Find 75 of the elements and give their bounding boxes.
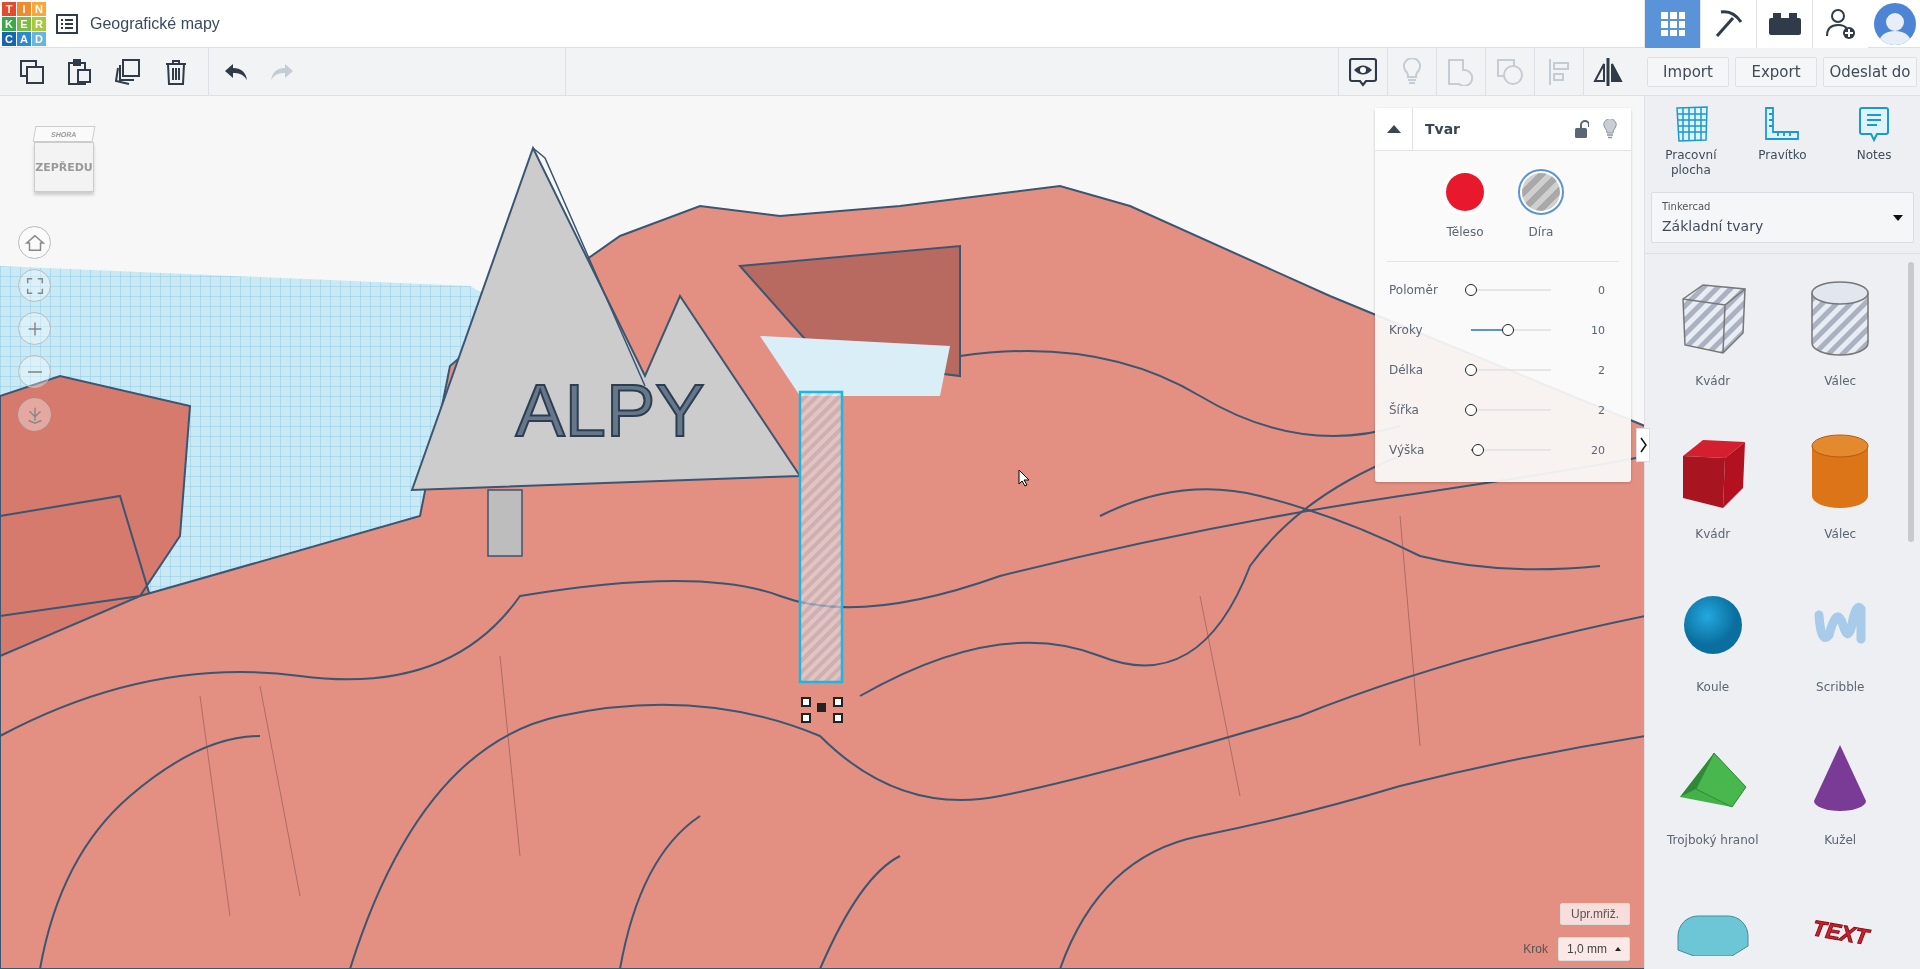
parameter-value: 20 [1590,443,1606,457]
chevron-icon [1639,437,1647,453]
parameter-label: Výška [1389,443,1426,457]
trash-icon [165,58,187,85]
ungroup-icon [1496,57,1524,86]
shape-item[interactable]: Koule [1649,580,1777,733]
duplicate-icon [115,58,141,85]
design-title[interactable]: Geografické mapy [90,14,220,33]
send-to-button[interactable]: Odeslat do [1823,56,1917,87]
snap-label: Krok [1523,942,1548,956]
ruler-tool[interactable]: Pravítko [1738,106,1827,194]
mirror-icon [1593,56,1623,87]
sphere-icon [1682,595,1743,655]
parameter-label: Délka [1389,363,1425,377]
parameter-label: Kroky [1389,323,1424,337]
3d-text-icon: TEXT [1800,906,1881,956]
move-handle-icon[interactable] [801,697,843,723]
parameter-label: Poloměr [1389,283,1439,297]
shape-item[interactable]: Válec [1776,274,1904,427]
parameter-value: 2 [1597,363,1606,377]
add-user-icon [1825,7,1856,40]
shape-item[interactable]: TEXT [1776,886,1904,969]
slider-thumb[interactable] [1465,364,1477,376]
panel-toggle-button[interactable] [1636,428,1650,462]
mouse-pointer-icon [1018,469,1030,487]
lightbulb-icon[interactable] [1603,119,1617,139]
slider-thumb[interactable] [1465,404,1477,416]
avatar[interactable] [1874,2,1916,45]
parameter-value: 0 [1597,283,1606,297]
panel-title: Tvar [1425,121,1462,137]
shape-item[interactable]: Kvádr [1649,274,1777,427]
note-icon [1859,106,1890,142]
caret-icon [1386,125,1401,133]
pickaxe-view-button[interactable] [1700,0,1756,48]
redo-icon [270,62,294,81]
cone-icon [1812,743,1869,813]
logo[interactable]: T I N K E R C A D [2,1,46,46]
clipboard-icon [68,58,92,85]
ruler-icon [1764,106,1801,142]
caret-icon [1893,214,1903,221]
parameter-value: 2 [1597,403,1606,417]
slider-thumb[interactable] [1472,444,1485,456]
shape-item[interactable]: Kvádr [1649,427,1777,580]
export-button[interactable]: Export [1735,56,1817,87]
slider-thumb[interactable] [1465,284,1477,296]
scrollbar[interactable] [1908,262,1914,542]
zoom-in-button[interactable] [18,312,51,345]
shape-item[interactable]: Válec [1776,427,1904,580]
home-button[interactable] [18,226,51,259]
notes-tool[interactable]: Notes [1830,106,1919,194]
parameter-label: Šířka [1389,403,1420,417]
invite-user-button[interactable] [1812,0,1868,48]
import-button[interactable]: Import [1647,56,1729,87]
bricks-view-button[interactable] [1756,0,1812,48]
list-icon[interactable] [56,13,78,34]
slider-thumb[interactable] [1501,324,1514,336]
parameter-value: 10 [1590,323,1606,337]
sign-text: ALPY [515,369,705,452]
undo-icon [224,62,248,81]
shape-item[interactable]: Scribble [1776,580,1904,733]
unlocked-icon[interactable] [1575,120,1589,138]
grid-icon [1659,10,1686,37]
shape-item[interactable]: Trojboký hranol [1649,733,1777,886]
snap-grid-dropdown[interactable]: 1,0 mm [1558,937,1630,961]
group-icon [1447,57,1475,86]
fit-button[interactable] [18,269,51,302]
lightbulb-icon [1402,57,1422,86]
edit-grid-button[interactable]: Upr.mřiž. [1560,903,1630,925]
copy-icon [20,59,44,84]
zoom-out-button[interactable] [18,355,51,388]
shape-library-dropdown[interactable]: Tinkercad Základní tvary [1651,192,1914,243]
align-icon [1548,57,1570,86]
note-eye-icon [1349,56,1377,87]
brick-icon [1768,12,1801,35]
shape-item[interactable]: Kužel [1776,733,1904,886]
